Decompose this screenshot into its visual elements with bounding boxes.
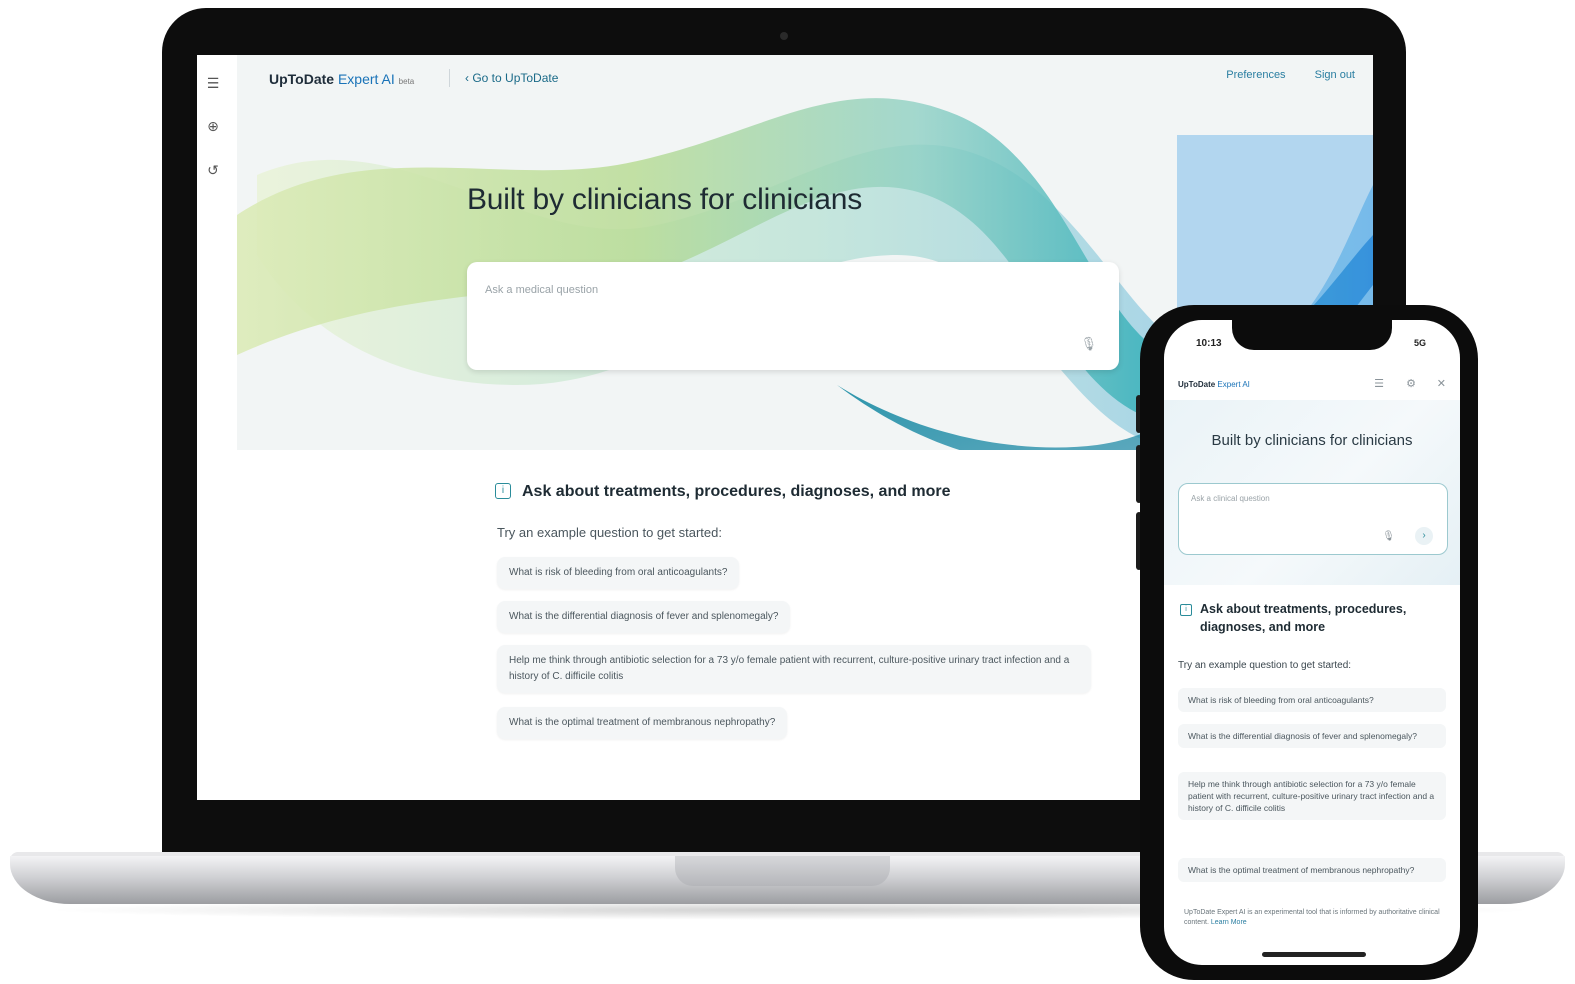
phone-settings-icon[interactable]: ⚙ [1406, 377, 1416, 390]
phone-example-question-chip[interactable]: Help me think through antibiotic selecti… [1178, 772, 1446, 820]
brand-name: UpToDate [269, 71, 335, 87]
laptop-camera [780, 32, 788, 40]
question-input[interactable]: Ask a medical question 🎙 [467, 262, 1119, 370]
side-rail: ☰ ⊕ ↺ [197, 55, 237, 800]
phone-learn-more-link[interactable]: Learn More [1211, 919, 1247, 926]
info-icon: i [495, 483, 511, 499]
phone-ask-about-heading: Ask about treatments, procedures, diagno… [1200, 602, 1407, 634]
microphone-icon[interactable]: 🎙 [1080, 336, 1097, 352]
laptop-opening-notch [675, 856, 890, 886]
sign-out-link[interactable]: Sign out [1315, 69, 1355, 81]
example-question-chip[interactable]: What is the optimal treatment of membran… [497, 707, 788, 739]
brand-beta: beta [398, 77, 415, 86]
phone-disclaimer: UpToDate Expert AI is an experimental to… [1184, 908, 1444, 928]
phone-question-input[interactable]: Ask a clinical question 🎙 › [1178, 483, 1448, 555]
phone-example-question-chip[interactable]: What is the optimal treatment of membran… [1178, 858, 1446, 882]
phone-brand-ai: Expert AI [1217, 380, 1250, 389]
phone-microphone-icon[interactable]: 🎙 [1382, 531, 1395, 542]
top-nav: Preferences Sign out [1200, 69, 1355, 81]
example-question-chip[interactable]: Help me think through antibiotic selecti… [497, 645, 1091, 693]
try-example-text: Try an example question to get started: [497, 525, 722, 540]
brand-ai: Expert AI [337, 71, 395, 87]
history-icon[interactable]: ↺ [205, 162, 221, 178]
phone-info-icon: i [1180, 604, 1192, 616]
phone-question-placeholder: Ask a clinical question [1191, 494, 1270, 503]
phone-try-example-text: Try an example question to get started: [1178, 660, 1352, 671]
phone-brand-name: UpToDate [1178, 380, 1216, 389]
preferences-link[interactable]: Preferences [1226, 69, 1285, 81]
phone-menu-icon[interactable]: ☰ [1374, 377, 1384, 390]
ask-about-heading: Ask about treatments, procedures, diagno… [522, 483, 951, 500]
phone-example-question-chip[interactable]: What is the differential diagnosis of fe… [1178, 724, 1446, 748]
example-question-chip[interactable]: What is the differential diagnosis of fe… [497, 601, 791, 633]
phone-home-indicator[interactable] [1262, 952, 1366, 957]
question-placeholder: Ask a medical question [485, 284, 599, 296]
phone-notch [1232, 316, 1392, 350]
menu-icon[interactable]: ☰ [205, 75, 221, 91]
phone-close-icon[interactable]: ✕ [1437, 377, 1446, 390]
go-to-uptodate-link[interactable]: ‹ Go to UpToDate [448, 69, 559, 87]
phone-clock: 10:13 [1196, 338, 1222, 349]
phone-send-button[interactable]: › [1415, 527, 1433, 545]
phone-network-status: 5G [1413, 338, 1426, 348]
brand-logo[interactable]: UpToDate Expert AI beta [269, 71, 414, 87]
phone-page-title: Built by clinicians for clinicians [1211, 432, 1413, 449]
phone-brand-logo[interactable]: UpToDate Expert AI [1178, 380, 1250, 389]
new-chat-icon[interactable]: ⊕ [205, 118, 221, 134]
page-title: Built by clinicians for clinicians [467, 183, 863, 216]
back-link-label: Go to UpToDate [472, 71, 559, 85]
phone-screen: 10:13 5G UpToDate Expert AI ☰ ⚙ ✕ Built … [1164, 320, 1460, 965]
example-question-chip[interactable]: What is risk of bleeding from oral antic… [497, 557, 740, 589]
phone-example-question-chip[interactable]: What is risk of bleeding from oral antic… [1178, 688, 1446, 712]
